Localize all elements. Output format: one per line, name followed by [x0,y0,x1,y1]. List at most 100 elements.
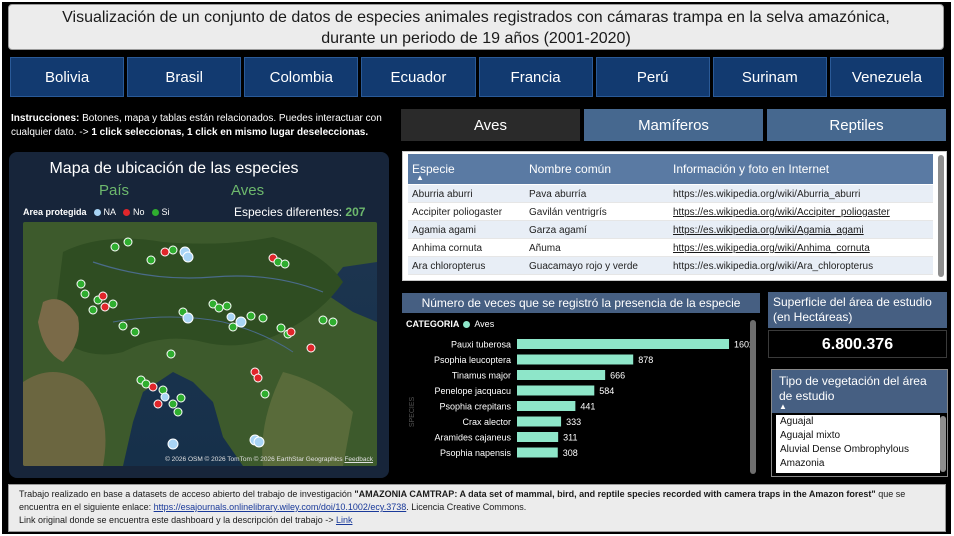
chart-bar[interactable] [517,416,562,427]
country-filter-bar: Bolivia Brasil Colombia Ecuador Francia … [10,57,944,97]
country-button-surinam[interactable]: Surinam [712,57,827,97]
footer-credits: Trabajo realizado en base a datasets de … [8,484,946,532]
legend-na-dot [93,208,101,216]
instructions-label: Instrucciones: [11,113,80,124]
satellite-map[interactable]: © 2026 OSM © 2026 TomTom © 2026 EarthSta… [23,222,377,466]
instructions-text: Instrucciones: Botones, mapa y tablas es… [11,112,391,140]
table-row[interactable]: Ara chloropterus Guacamayo rojo y verde … [408,257,933,275]
map-attribution: © 2026 OSM © 2026 TomTom © 2026 EarthSta… [165,456,373,463]
chart-category-label: Pauxi tuberosa [451,340,511,350]
chart-title: Número de veces que se registró la prese… [402,293,760,313]
category-tabs: Aves Mamíferos Reptiles [401,109,946,141]
cell-especie: Accipiter poliogaster [412,207,503,218]
legend-no-label: No [133,207,145,217]
footer-line-1: Trabajo realizado en base a datasets de … [19,488,935,501]
chart-bar[interactable] [517,339,730,349]
table-row[interactable]: Anhima cornuta Añuma https://es.wikipedi… [408,239,933,257]
cell-nombre: Guacamayo rojo y verde [529,261,638,272]
sort-arrow-icon: ▲ [779,402,787,411]
table-header: Especie Nombre común Información y foto … [408,154,933,184]
table-scrollbar[interactable] [938,155,944,277]
table-row[interactable]: Agamia agami Garza agamí https://es.wiki… [408,221,933,239]
cell-nombre: Gavilán ventrigrís [529,207,607,218]
tab-reptiles[interactable]: Reptiles [767,109,946,141]
chart-data-label: 441 [580,402,595,412]
country-button-ecuador[interactable]: Ecuador [361,57,476,97]
species-table: Especie Nombre común Información y foto … [402,151,947,281]
chart-category-label: Penelope jacquacu [434,386,511,396]
dashboard-title: Visualización de un conjunto de datos de… [8,4,944,50]
legend-na-label: NA [103,207,117,217]
study-area-value: 6.800.376 [768,330,947,358]
country-button-francia[interactable]: Francia [478,57,593,97]
chart-data-label: 333 [566,417,581,427]
footer-dashboard-link[interactable]: Link [336,515,353,525]
tab-aves[interactable]: Aves [401,109,580,141]
map-legend: Area protegida NA No Si [23,207,170,217]
map-title: Mapa de ubicación de las especies [49,160,299,177]
table-row[interactable]: Aburria aburri Pava aburría https://es.w… [408,185,933,203]
chart-bar[interactable] [517,385,595,396]
species-count-value: 207 [345,205,366,219]
vegetation-title: Tipo de vegetación del área de estudio [772,370,947,413]
chart-bar[interactable] [517,370,606,380]
chart-legend-dot [463,320,471,328]
vegetation-slicer: Tipo de vegetación del área de estudio ▲… [771,369,948,477]
cell-link[interactable]: https://es.wikipedia.org/wiki/Agamia_aga… [673,225,864,236]
country-button-venezuela[interactable]: Venezuela [829,57,944,97]
cell-nombre: Pava aburría [529,189,587,200]
footer-text: . Licencia Creative Commons. [406,502,527,512]
cell-especie: Agamia agami [412,225,476,236]
chart-category-label: Aramides cajaneus [434,433,511,443]
cell-link[interactable]: https://es.wikipedia.org/wiki/Aburria_ab… [673,189,860,200]
tab-mamiferos[interactable]: Mamíferos [584,109,763,141]
cell-especie: Anhima cornuta [412,243,483,254]
vegetation-list: Aguajal Aguajal mixto Aluvial Dense Ombr… [776,415,940,473]
chart-scrollbar[interactable] [750,320,756,474]
cell-especie: Aburria aburri [412,189,473,200]
country-button-brasil[interactable]: Brasil [127,57,242,97]
chart-category-label: Psophia leucoptera [434,355,511,365]
sort-arrow-icon: ▲ [416,173,424,182]
instructions-bold-tail: 1 click seleccionas, 1 click en mismo lu… [91,127,369,138]
footer-dataset-title: "AMAZONIA CAMTRAP: A data set of mammal,… [354,489,876,499]
chart-bar[interactable] [517,447,558,458]
footer-line-2: encuentra en el siguiente enlace: https:… [19,501,935,514]
chart-legend-title: CATEGORIA [406,319,460,329]
cell-link[interactable]: https://es.wikipedia.org/wiki/Ara_chloro… [673,261,873,272]
footer-text: Link original donde se encuentra este da… [19,515,336,525]
chart-bar[interactable] [517,432,559,442]
map-svg[interactable] [23,222,377,466]
chart-category-label: Crax alector [462,417,511,427]
chart-category-label: Psophia crepitans [439,402,511,412]
vegetation-item[interactable]: Aguajal [776,415,940,429]
cell-link[interactable]: https://es.wikipedia.org/wiki/Anhima_cor… [673,243,870,254]
country-button-bolivia[interactable]: Bolivia [10,57,125,97]
chart-bar[interactable] [517,354,634,365]
column-header-nombre[interactable]: Nombre común [529,162,611,176]
study-area-card: Superficie del área de estudio (en Hectá… [768,292,947,358]
vegetation-scrollbar[interactable] [940,416,946,472]
footer-text: Trabajo realizado en base a datasets de … [19,489,355,499]
table-row[interactable]: Accipiter poliogaster Gavilán ventrigrís… [408,203,933,221]
vegetation-item[interactable]: Amazonia [776,457,940,471]
map-subtitle-country: País [99,182,130,199]
map-attribution-text: © 2026 OSM © 2026 TomTom © 2026 EarthSta… [165,456,343,463]
chart-legend-series[interactable]: Aves [474,319,494,329]
country-button-peru[interactable]: Perú [595,57,710,97]
footer-line-3: Link original donde se encuentra este da… [19,514,935,527]
species-count: Especies diferentes: 207 [234,205,365,219]
country-button-colombia[interactable]: Colombia [244,57,359,97]
chart-data-label: 311 [563,433,577,443]
map-feedback-link[interactable]: Feedback [344,456,373,463]
map-subtitle-category: Aves [231,182,265,199]
cell-especie: Ara chloropterus [412,261,486,272]
footer-text: encuentra en el siguiente enlace: [19,502,154,512]
cell-link[interactable]: https://es.wikipedia.org/wiki/Accipiter_… [673,207,890,218]
vegetation-item[interactable]: Aguajal mixto [776,429,940,443]
chart-data-label: 666 [610,371,625,381]
column-header-info[interactable]: Información y foto en Internet [673,162,829,176]
vegetation-item[interactable]: Aluvial Dense Ombrophylous [776,443,940,457]
footer-doi-link[interactable]: https://esajournals.onlinelibrary.wiley.… [154,502,407,512]
chart-bar[interactable] [517,401,576,411]
